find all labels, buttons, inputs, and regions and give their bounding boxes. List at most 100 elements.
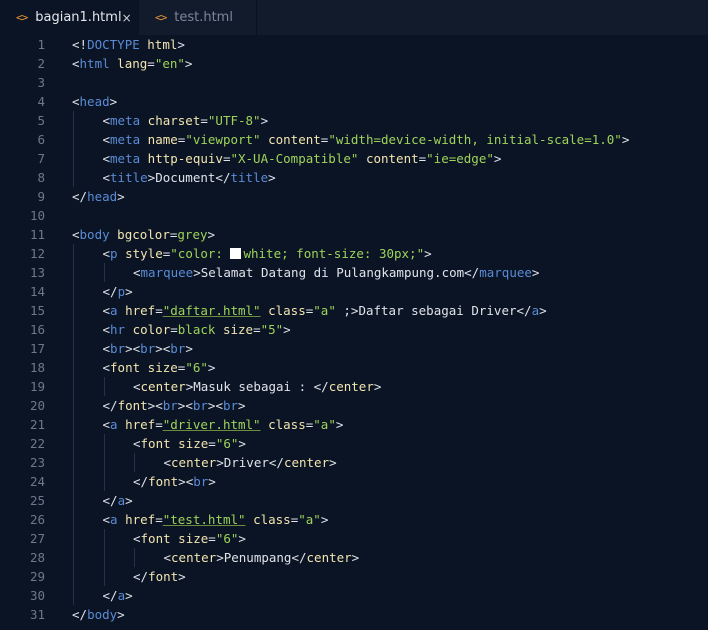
code-line[interactable]: 23 <center>Driver</center> bbox=[0, 453, 708, 472]
code-line[interactable]: 3 bbox=[0, 73, 708, 92]
code-line[interactable]: 13 <marquee>Selamat Datang di Pulangkampu… bbox=[0, 263, 708, 282]
code-line[interactable]: 1 <!DOCTYPE html> bbox=[0, 35, 708, 54]
code-token: </ bbox=[268, 455, 284, 470]
code-token: > bbox=[185, 341, 193, 356]
code-token: size bbox=[178, 531, 209, 546]
code-token: > bbox=[283, 322, 291, 337]
indent-guide bbox=[73, 301, 74, 320]
code-line[interactable]: 21 <a href="driver.html" class="a"> bbox=[0, 415, 708, 434]
code-token: Document bbox=[155, 170, 216, 185]
code-token: < bbox=[102, 512, 111, 527]
code-line[interactable]: 8 <title>Document</title> bbox=[0, 168, 708, 187]
code-line[interactable]: 2 <html lang="en"> bbox=[0, 54, 708, 73]
line-number: 23 bbox=[29, 455, 45, 470]
code-token: = bbox=[170, 322, 178, 337]
indent-guide bbox=[103, 434, 105, 453]
code-text: </a> bbox=[103, 491, 133, 510]
code-line[interactable]: 19 <center>Masuk sebagai : </center> bbox=[0, 377, 708, 396]
indent-guide bbox=[73, 491, 74, 510]
code-line[interactable]: 30 </a> bbox=[0, 586, 708, 605]
indent-guide bbox=[73, 282, 74, 301]
code-token: = bbox=[155, 512, 163, 527]
code-line[interactable]: 14 </p> bbox=[0, 282, 708, 301]
code-token: center bbox=[328, 379, 374, 394]
indent-guide bbox=[73, 529, 74, 548]
code-line[interactable]: 28 <center>Penumpang</center> bbox=[0, 548, 708, 567]
code-text: </head> bbox=[72, 187, 125, 206]
line-number: 7 bbox=[37, 151, 45, 166]
code-line[interactable]: 15 <a href="daftar.html" class="a" ;>Daft… bbox=[0, 301, 708, 320]
code-line[interactable]: 6 <meta name="viewport" content="width=de… bbox=[0, 130, 708, 149]
code-text: <marquee>Selamat Datang di Pulangkampung… bbox=[133, 263, 539, 282]
tab-bagian1-html[interactable]: <> bagian1.html × bbox=[0, 0, 139, 35]
code-line[interactable]: 7 <meta http-equiv="X-UA-Compatible" cont… bbox=[0, 149, 708, 168]
line-number: 17 bbox=[29, 341, 45, 356]
code-token: < bbox=[102, 341, 111, 356]
code-line[interactable]: 22 <font size="6"> bbox=[0, 434, 708, 453]
code-token: > bbox=[260, 113, 269, 128]
code-token: >< bbox=[147, 398, 163, 413]
code-line[interactable]: 12 <p style="color: white; font-size: 30p… bbox=[0, 244, 708, 263]
code-line[interactable]: 11 <body bgcolor=grey> bbox=[0, 225, 708, 244]
code-token: < bbox=[102, 113, 111, 128]
code-token: p bbox=[110, 246, 126, 261]
line-number: 30 bbox=[29, 588, 45, 603]
html-file-icon: <> bbox=[155, 11, 167, 24]
line-number: 26 bbox=[29, 512, 45, 527]
line-number: 21 bbox=[29, 417, 45, 432]
code-token: href bbox=[125, 512, 156, 527]
indent-guide bbox=[73, 168, 74, 187]
indent-guide bbox=[73, 434, 74, 453]
code-token: class bbox=[268, 303, 306, 318]
code-token: < bbox=[102, 360, 111, 375]
code-line[interactable]: 5 <meta charset="UTF-8"> bbox=[0, 111, 708, 130]
indent-guide bbox=[73, 377, 74, 396]
code-line[interactable]: 10 bbox=[0, 206, 708, 225]
code-token: </ bbox=[313, 379, 329, 394]
code-line[interactable]: 9 </head> bbox=[0, 187, 708, 206]
code-token: marquee bbox=[140, 265, 194, 280]
code-token: > bbox=[329, 455, 337, 470]
color-swatch[interactable] bbox=[230, 248, 242, 259]
code-text: <center>Driver</center> bbox=[164, 453, 337, 472]
code-line[interactable]: 29 </font> bbox=[0, 567, 708, 586]
code-token: > bbox=[320, 512, 329, 527]
code-text: <font size="6"> bbox=[133, 529, 246, 548]
code-token: br bbox=[192, 398, 208, 413]
indent-guide bbox=[73, 320, 74, 339]
code-token: name bbox=[147, 132, 178, 147]
code-token: class bbox=[268, 417, 306, 432]
code-token: Masuk sebagai : bbox=[193, 379, 314, 394]
code-line[interactable]: 17 <br><br><br> bbox=[0, 339, 708, 358]
code-token: <! bbox=[72, 37, 88, 52]
code-line[interactable]: 31 </body> bbox=[0, 605, 708, 624]
tab-label: test.html bbox=[174, 10, 233, 25]
code-line[interactable]: 16 <hr color=black size="5"> bbox=[0, 320, 708, 339]
code-line[interactable]: 24 </font><br> bbox=[0, 472, 708, 491]
close-icon[interactable]: × bbox=[122, 11, 132, 25]
indent-guide bbox=[134, 453, 135, 472]
code-token: < bbox=[72, 56, 80, 71]
code-token: meta bbox=[110, 132, 148, 147]
code-token: < bbox=[102, 132, 111, 147]
code-token: bgcolor bbox=[117, 227, 170, 242]
code-line[interactable]: 27 <font size="6"> bbox=[0, 529, 708, 548]
code-line[interactable]: 18 <font size="6"> bbox=[0, 358, 708, 377]
code-line[interactable]: 25 </a> bbox=[0, 491, 708, 510]
code-token: DOCTYPE bbox=[87, 37, 148, 52]
code-line[interactable]: 20 </font><br><br><br> bbox=[0, 396, 708, 415]
code-token: "a" bbox=[298, 512, 321, 527]
indent-guide bbox=[73, 586, 74, 605]
code-line[interactable]: 4 <head> bbox=[0, 92, 708, 111]
line-number: 13 bbox=[29, 265, 45, 280]
code-token: </ bbox=[516, 303, 532, 318]
code-token: "a" bbox=[313, 303, 336, 318]
code-token: > bbox=[207, 360, 216, 375]
code-token: < bbox=[102, 417, 111, 432]
code-token: p bbox=[117, 284, 126, 299]
code-line[interactable]: 26 <a href="test.html" class="a"> bbox=[0, 510, 708, 529]
code-text: <font size="6"> bbox=[133, 434, 246, 453]
code-area[interactable]: 1 <!DOCTYPE html> 2 <html lang="en"> 3 4 <head… bbox=[0, 35, 708, 630]
tab-test-html[interactable]: <> test.html bbox=[139, 0, 257, 35]
